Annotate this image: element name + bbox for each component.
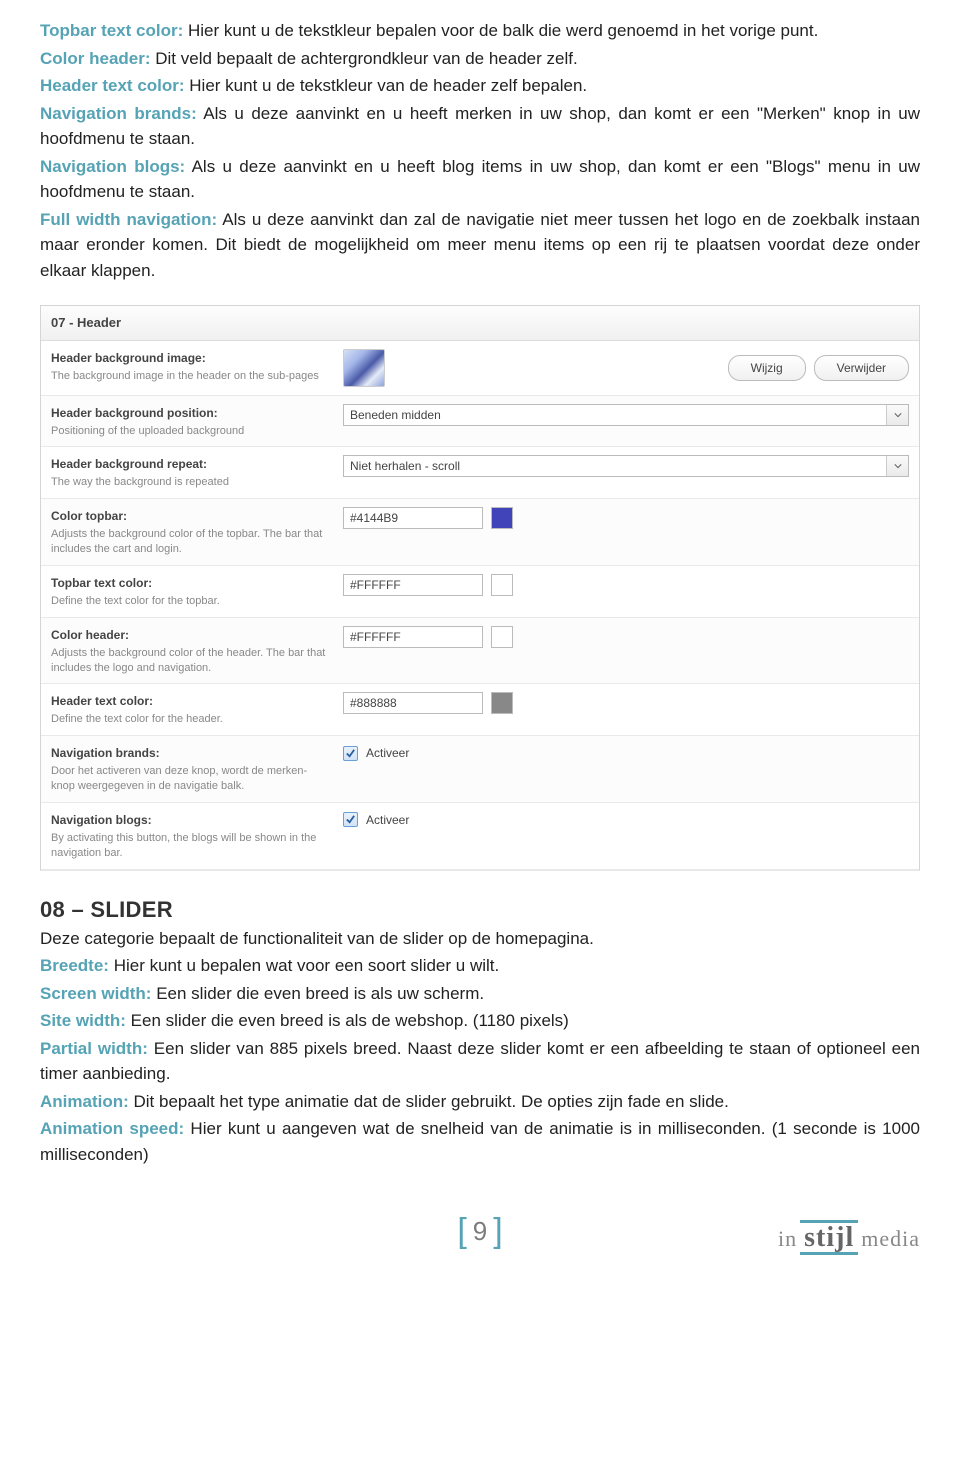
- select-bg-repeat[interactable]: Niet herhalen - scroll: [343, 455, 909, 477]
- desc-bg-position: Positioning of the uploaded background: [51, 424, 331, 439]
- wijzig-button[interactable]: Wijzig: [728, 355, 806, 381]
- term-breedte: Breedte:: [40, 956, 109, 975]
- swatch-color-topbar[interactable]: [491, 507, 513, 529]
- label-header-text-color: Header text color:: [51, 692, 331, 710]
- s08-p1-text: Hier kunt u bepalen wat voor een soort s…: [109, 956, 499, 975]
- s08-p5-text: Dit bepaalt het type animatie dat de sli…: [129, 1092, 729, 1111]
- section-08-heading: 08 – SLIDER: [40, 893, 920, 926]
- s08-p2: Screen width: Een slider die even breed …: [40, 981, 920, 1007]
- intro-p1-text: Hier kunt u de tekstkleur bepalen voor d…: [183, 21, 818, 40]
- label-color-topbar: Color topbar:: [51, 507, 331, 525]
- row-header-text-color: Header text color: Define the text color…: [41, 684, 919, 736]
- s08-p4-text: Een slider van 885 pixels breed. Naast d…: [40, 1039, 920, 1084]
- settings-panel: 07 - Header Header background image: The…: [40, 305, 920, 871]
- bg-image-thumbnail: [343, 349, 385, 387]
- s08-p5: Animation: Dit bepaalt het type animatie…: [40, 1089, 920, 1115]
- desc-header-text-color: Define the text color for the header.: [51, 712, 331, 727]
- desc-nav-blogs: By activating this button, the blogs wil…: [51, 831, 331, 861]
- check-icon: [345, 748, 356, 759]
- s08-p3: Site width: Een slider die even breed is…: [40, 1008, 920, 1034]
- swatch-topbar-text-color[interactable]: [491, 574, 513, 596]
- s08-p2-text: Een slider die even breed is als uw sche…: [151, 984, 484, 1003]
- chevron-down-icon: [886, 456, 908, 476]
- label-nav-blogs: Navigation blogs:: [51, 811, 331, 829]
- input-topbar-text-color[interactable]: #FFFFFF: [343, 574, 483, 596]
- desc-bg-repeat: The way the background is repeated: [51, 475, 331, 490]
- term-header-text-color: Header text color:: [40, 76, 185, 95]
- logo-stijl: stijl: [800, 1220, 858, 1255]
- s08-p3-text: Een slider die even breed is als de webs…: [126, 1011, 569, 1030]
- panel-title: 07 - Header: [41, 306, 919, 341]
- check-icon: [345, 814, 356, 825]
- intro-p3: Header text color: Hier kunt u de tekstk…: [40, 73, 920, 99]
- term-full-width-nav: Full width navigation:: [40, 210, 217, 229]
- desc-bg-image: The background image in the header on th…: [51, 369, 331, 384]
- row-bg-repeat: Header background repeat: The way the ba…: [41, 447, 919, 499]
- checkbox-label-nav-blogs: Activeer: [366, 811, 409, 829]
- row-color-header: Color header: Adjusts the background col…: [41, 618, 919, 685]
- term-animation: Animation:: [40, 1092, 129, 1111]
- intro-p3-text: Hier kunt u de tekstkleur van de header …: [185, 76, 588, 95]
- label-bg-position: Header background position:: [51, 404, 331, 422]
- row-topbar-text-color: Topbar text color: Define the text color…: [41, 566, 919, 618]
- chevron-down-icon: [886, 405, 908, 425]
- verwijder-button[interactable]: Verwijder: [814, 355, 909, 381]
- intro-p5: Navigation blogs: Als u deze aanvinkt en…: [40, 154, 920, 205]
- label-topbar-text-color: Topbar text color:: [51, 574, 331, 592]
- term-animation-speed: Animation speed:: [40, 1119, 184, 1138]
- row-bg-image: Header background image: The background …: [41, 341, 919, 396]
- bracket-right-icon: ]: [493, 1206, 502, 1257]
- page-footer: [ 9 ] in stijl media: [40, 1201, 920, 1261]
- logo-media: media: [861, 1222, 920, 1255]
- intro-p4: Navigation brands: Als u deze aanvinkt e…: [40, 101, 920, 152]
- input-color-header[interactable]: #FFFFFF: [343, 626, 483, 648]
- row-color-topbar: Color topbar: Adjusts the background col…: [41, 499, 919, 566]
- input-header-text-color[interactable]: #888888: [343, 692, 483, 714]
- intro-p2: Color header: Dit veld bepaalt de achter…: [40, 46, 920, 72]
- page-number: 9: [473, 1212, 487, 1251]
- checkbox-nav-blogs[interactable]: [343, 812, 358, 827]
- intro-p2-text: Dit veld bepaalt de achtergrondkleur van…: [151, 49, 578, 68]
- term-topbar-text-color: Topbar text color:: [40, 21, 183, 40]
- term-screen-width: Screen width:: [40, 984, 151, 1003]
- select-bg-position[interactable]: Beneden midden: [343, 404, 909, 426]
- select-bg-repeat-value: Niet herhalen - scroll: [350, 457, 460, 475]
- checkbox-label-nav-brands: Activeer: [366, 744, 409, 762]
- desc-topbar-text-color: Define the text color for the topbar.: [51, 594, 331, 609]
- page-number-wrap: [ 9 ]: [457, 1206, 502, 1257]
- intro-p6: Full width navigation: Als u deze aanvin…: [40, 207, 920, 284]
- label-color-header: Color header:: [51, 626, 331, 644]
- intro-block: Topbar text color: Hier kunt u de tekstk…: [40, 18, 920, 283]
- swatch-header-text-color[interactable]: [491, 692, 513, 714]
- section-08: 08 – SLIDER Deze categorie bepaalt de fu…: [40, 893, 920, 1168]
- instijlmedia-logo: in stijl media: [778, 1220, 920, 1255]
- intro-p1: Topbar text color: Hier kunt u de tekstk…: [40, 18, 920, 44]
- term-site-width: Site width:: [40, 1011, 126, 1030]
- label-bg-image: Header background image:: [51, 349, 331, 367]
- select-bg-position-value: Beneden midden: [350, 406, 441, 424]
- label-bg-repeat: Header background repeat:: [51, 455, 331, 473]
- s08-p4: Partial width: Een slider van 885 pixels…: [40, 1036, 920, 1087]
- bracket-left-icon: [: [457, 1206, 466, 1257]
- term-color-header: Color header:: [40, 49, 151, 68]
- swatch-color-header[interactable]: [491, 626, 513, 648]
- desc-color-header: Adjusts the background color of the head…: [51, 646, 331, 676]
- term-nav-blogs: Navigation blogs:: [40, 157, 185, 176]
- row-nav-brands: Navigation brands: Door het activeren va…: [41, 736, 919, 803]
- input-color-topbar[interactable]: #4144B9: [343, 507, 483, 529]
- s08-p1: Breedte: Hier kunt u bepalen wat voor ee…: [40, 953, 920, 979]
- s08-intro: Deze categorie bepaalt de functionalitei…: [40, 926, 920, 952]
- desc-nav-brands: Door het activeren van deze knop, wordt …: [51, 764, 331, 794]
- row-bg-position: Header background position: Positioning …: [41, 396, 919, 448]
- desc-color-topbar: Adjusts the background color of the topb…: [51, 527, 331, 557]
- logo-in: in: [778, 1222, 797, 1255]
- row-nav-blogs: Navigation blogs: By activating this but…: [41, 803, 919, 870]
- s08-p6: Animation speed: Hier kunt u aangeven wa…: [40, 1116, 920, 1167]
- label-nav-brands: Navigation brands:: [51, 744, 331, 762]
- term-partial-width: Partial width:: [40, 1039, 148, 1058]
- term-nav-brands: Navigation brands:: [40, 104, 197, 123]
- checkbox-nav-brands[interactable]: [343, 746, 358, 761]
